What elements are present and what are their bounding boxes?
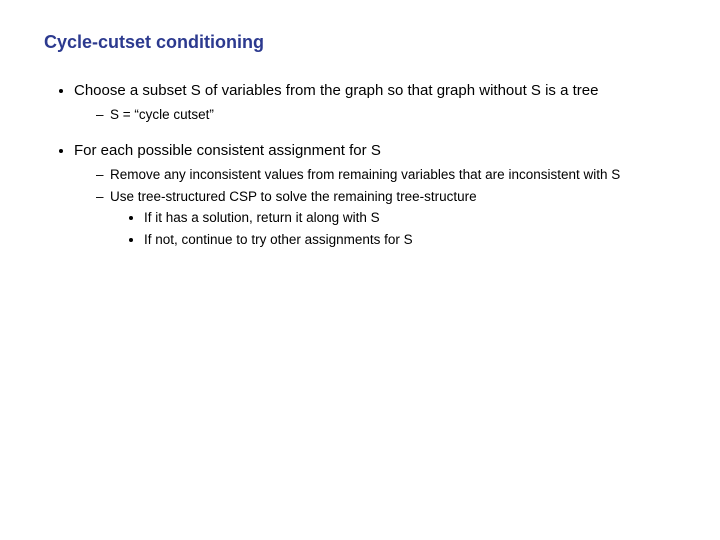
sub-text: S = “cycle cutset” [110, 107, 214, 122]
sub-item: Use tree-structured CSP to solve the rem… [96, 187, 676, 250]
bullet-item: Choose a subset S of variables from the … [74, 81, 676, 125]
bullet-lead: For each possible consistent assignment … [74, 142, 381, 159]
sub-text: Remove any inconsistent values from rema… [110, 167, 620, 182]
bullet-lead: Choose a subset S of variables from the … [74, 82, 598, 99]
subsub-list: If it has a solution, return it along wi… [110, 208, 676, 249]
subsub-text: If it has a solution, return it along wi… [144, 210, 380, 225]
bullet-item: For each possible consistent assignment … [74, 141, 676, 250]
sub-text: Use tree-structured CSP to solve the rem… [110, 189, 477, 204]
subsub-text: If not, continue to try other assignment… [144, 232, 413, 247]
sub-list: S = “cycle cutset” [74, 105, 676, 125]
sub-list: Remove any inconsistent values from rema… [74, 165, 676, 249]
subsub-item: If not, continue to try other assignment… [144, 230, 676, 250]
bullet-list: Choose a subset S of variables from the … [44, 81, 676, 249]
sub-item: S = “cycle cutset” [96, 105, 676, 125]
slide-title: Cycle-cutset conditioning [44, 32, 676, 53]
subsub-item: If it has a solution, return it along wi… [144, 208, 676, 228]
slide: Cycle-cutset conditioning Choose a subse… [0, 0, 720, 249]
sub-item: Remove any inconsistent values from rema… [96, 165, 676, 185]
